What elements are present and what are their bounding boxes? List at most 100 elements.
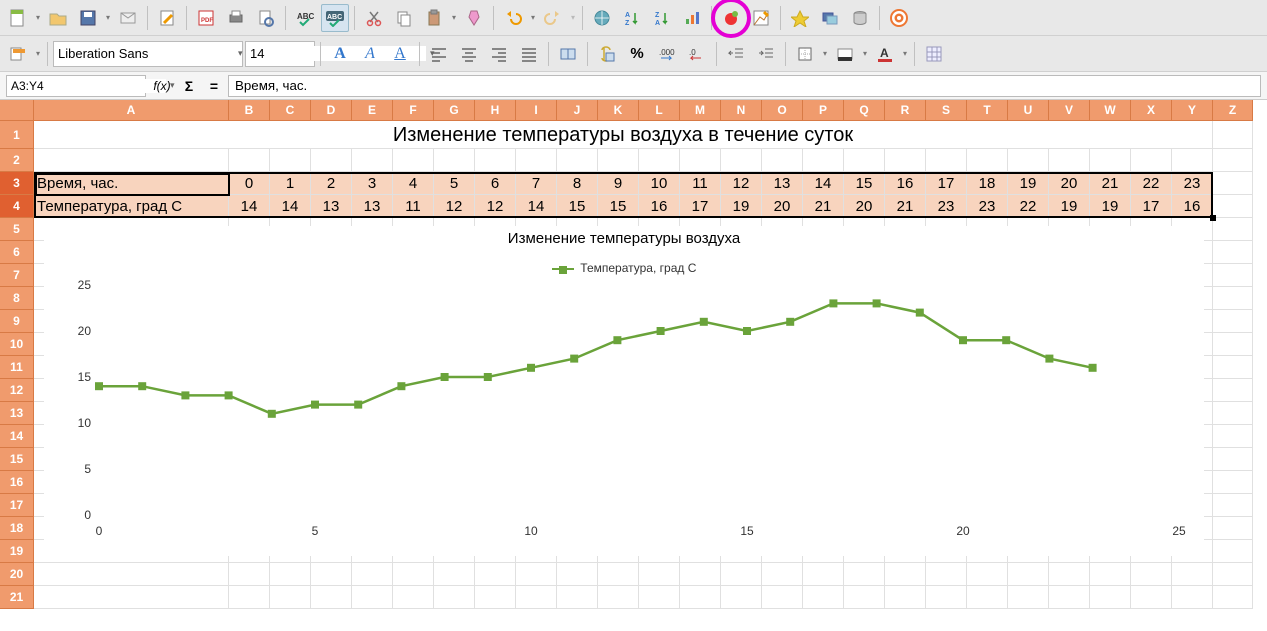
cell[interactable] <box>598 586 639 609</box>
underline-button[interactable]: A <box>386 40 414 68</box>
column-header[interactable]: L <box>639 100 680 121</box>
cell[interactable] <box>844 149 885 172</box>
cell[interactable] <box>1213 310 1253 333</box>
paste-dropdown[interactable]: ▾ <box>450 4 458 32</box>
spellcheck-button[interactable]: ABC <box>291 4 319 32</box>
column-header[interactable]: H <box>475 100 516 121</box>
style-dropdown[interactable]: ▾ <box>34 40 42 68</box>
column-header[interactable]: B <box>229 100 270 121</box>
equals-button[interactable]: = <box>204 78 224 94</box>
save-dropdown[interactable]: ▾ <box>104 4 112 32</box>
cell[interactable] <box>1049 149 1090 172</box>
column-header[interactable]: Z <box>1213 100 1253 121</box>
cell[interactable] <box>598 149 639 172</box>
row-header[interactable]: 6 <box>0 241 34 264</box>
mail-button[interactable] <box>114 4 142 32</box>
cell[interactable] <box>1213 333 1253 356</box>
undo-button[interactable] <box>499 4 527 32</box>
cell[interactable] <box>475 586 516 609</box>
help-button[interactable] <box>885 4 913 32</box>
cell[interactable] <box>270 586 311 609</box>
cell[interactable]: 14 <box>516 195 557 218</box>
indent-increase-button[interactable] <box>752 40 780 68</box>
column-header[interactable]: Y <box>1172 100 1213 121</box>
row-header[interactable]: 2 <box>0 149 34 172</box>
cell[interactable] <box>311 586 352 609</box>
cell[interactable]: 4 <box>393 172 434 195</box>
formula-input[interactable] <box>228 75 1261 97</box>
cell[interactable]: 23 <box>926 195 967 218</box>
currency-button[interactable] <box>593 40 621 68</box>
column-header[interactable]: O <box>762 100 803 121</box>
cell[interactable] <box>639 586 680 609</box>
cell[interactable] <box>516 586 557 609</box>
cut-button[interactable] <box>360 4 388 32</box>
redo-button[interactable] <box>539 4 567 32</box>
cell[interactable]: 19 <box>1008 172 1049 195</box>
cell[interactable] <box>1213 218 1253 241</box>
cell[interactable] <box>1213 402 1253 425</box>
cell[interactable] <box>557 586 598 609</box>
cell[interactable] <box>229 586 270 609</box>
cell[interactable] <box>639 149 680 172</box>
save-button[interactable] <box>74 4 102 32</box>
paste-button[interactable] <box>420 4 448 32</box>
cell[interactable]: 10 <box>639 172 680 195</box>
cell[interactable]: 17 <box>1131 195 1172 218</box>
cell[interactable]: Температура, град С <box>34 195 229 218</box>
row-header[interactable]: 20 <box>0 563 34 586</box>
cell[interactable]: 16 <box>885 172 926 195</box>
cell[interactable] <box>1172 586 1213 609</box>
undo-dropdown[interactable]: ▾ <box>529 4 537 32</box>
cell[interactable] <box>1090 563 1131 586</box>
cell[interactable] <box>1213 517 1253 540</box>
cell[interactable]: 16 <box>639 195 680 218</box>
name-box[interactable]: ▾ <box>6 75 146 97</box>
cell[interactable] <box>1131 586 1172 609</box>
row-header[interactable]: 16 <box>0 471 34 494</box>
cell[interactable] <box>844 586 885 609</box>
cell[interactable]: 11 <box>393 195 434 218</box>
cell[interactable]: 9 <box>598 172 639 195</box>
cell[interactable] <box>1213 264 1253 287</box>
align-left-button[interactable] <box>425 40 453 68</box>
cell[interactable] <box>1090 586 1131 609</box>
row-header[interactable]: 18 <box>0 517 34 540</box>
cell[interactable]: 12 <box>721 172 762 195</box>
cell-reference-input[interactable] <box>11 79 166 93</box>
cell[interactable] <box>1131 563 1172 586</box>
cell[interactable] <box>516 149 557 172</box>
cell[interactable]: 14 <box>229 195 270 218</box>
cell[interactable] <box>803 149 844 172</box>
column-header[interactable]: J <box>557 100 598 121</box>
cell[interactable] <box>885 563 926 586</box>
merge-cells-button[interactable] <box>554 40 582 68</box>
italic-button[interactable]: A <box>356 40 384 68</box>
sort-asc-button[interactable]: AZ <box>618 4 646 32</box>
bg-color-dropdown[interactable]: ▾ <box>861 40 869 68</box>
cell[interactable] <box>1213 563 1253 586</box>
cell[interactable] <box>680 149 721 172</box>
cell[interactable] <box>1213 448 1253 471</box>
cell[interactable] <box>352 563 393 586</box>
cell[interactable] <box>1172 149 1213 172</box>
cell[interactable]: 18 <box>967 172 1008 195</box>
cell[interactable]: 20 <box>1049 172 1090 195</box>
cell[interactable]: 7 <box>516 172 557 195</box>
cell[interactable] <box>475 149 516 172</box>
cell[interactable]: 23 <box>1172 172 1213 195</box>
cell[interactable] <box>229 563 270 586</box>
column-header[interactable]: V <box>1049 100 1090 121</box>
cell[interactable] <box>762 586 803 609</box>
cell[interactable] <box>762 563 803 586</box>
cell[interactable] <box>1172 563 1213 586</box>
cell[interactable]: 19 <box>1049 195 1090 218</box>
title-cell[interactable]: Изменение температуры воздуха в течение … <box>34 121 1213 149</box>
cell[interactable]: 19 <box>721 195 762 218</box>
cell[interactable] <box>311 149 352 172</box>
cell[interactable]: 20 <box>844 195 885 218</box>
cell[interactable] <box>1213 494 1253 517</box>
cell[interactable] <box>516 563 557 586</box>
font-size-combo[interactable]: ▾ <box>245 41 315 67</box>
cell[interactable] <box>803 563 844 586</box>
